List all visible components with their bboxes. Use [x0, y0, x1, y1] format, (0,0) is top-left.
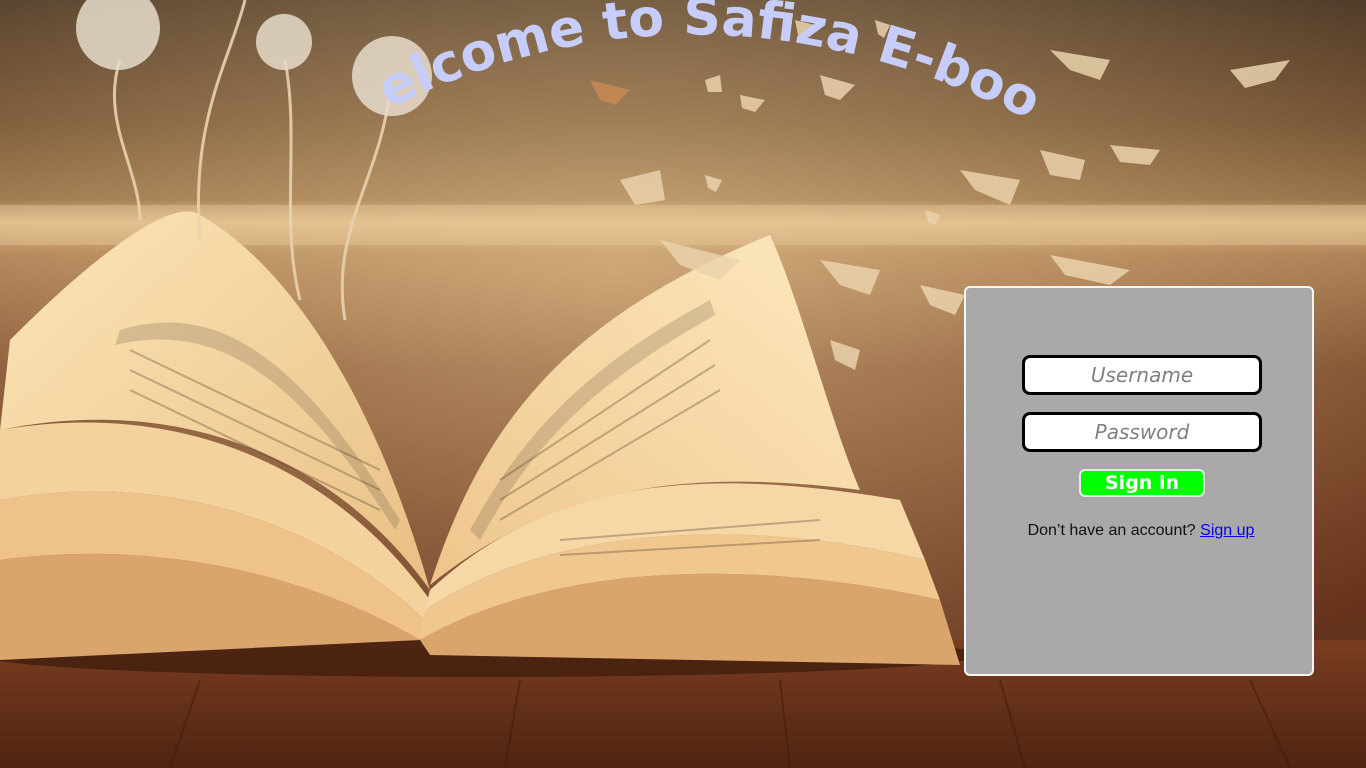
no-account-text: Don’t have an account?: [1027, 522, 1196, 539]
login-panel: Sign in Don’t have an account? Sign up: [964, 286, 1314, 676]
signup-prompt: Don’t have an account? Sign up: [966, 522, 1316, 540]
sign-up-link[interactable]: Sign up: [1200, 522, 1254, 539]
password-input[interactable]: [1022, 412, 1262, 452]
login-page: Welcome to Safiza E-book Sign in Don’t h…: [0, 0, 1366, 768]
username-input[interactable]: [1022, 355, 1262, 395]
sign-in-button[interactable]: Sign in: [1079, 469, 1205, 497]
